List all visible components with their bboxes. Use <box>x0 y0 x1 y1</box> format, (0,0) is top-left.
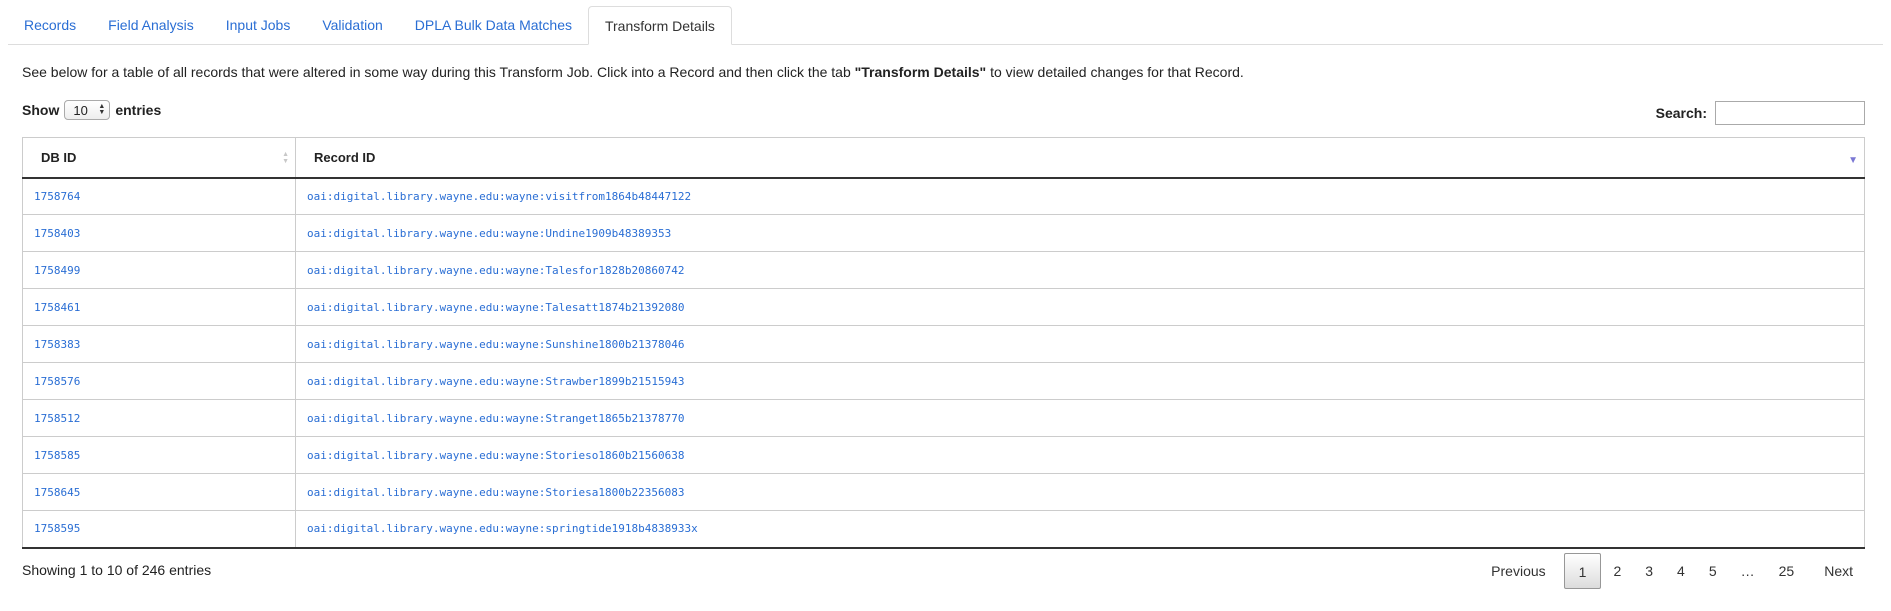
pagination: Previous 1 2 3 4 5 … 25 Next <box>1479 553 1865 589</box>
tab-transform-details[interactable]: Transform Details <box>587 6 732 45</box>
record-id-link[interactable]: oai:digital.library.wayne.edu:wayne:Suns… <box>295 325 1865 363</box>
page-description: See below for a table of all records tha… <box>22 64 1244 80</box>
description-bold-text: "Transform Details" <box>854 64 987 80</box>
column-header-record-id[interactable]: Record ID ▼ <box>295 137 1865 179</box>
column-header-label: DB ID <box>41 149 77 165</box>
table-row[interactable]: 1758499 oai:digital.library.wayne.edu:way… <box>22 251 1865 289</box>
record-id-link[interactable]: oai:digital.library.wayne.edu:wayne:Tale… <box>295 288 1865 326</box>
db-id-link[interactable]: 1758383 <box>22 325 296 363</box>
records-table: DB ID ▲ ▼ Record ID ▼ 1758764 oai:digital.… <box>22 137 1865 549</box>
tab-dpla-bulk-data-matches[interactable]: DPLA Bulk Data Matches <box>399 7 588 44</box>
db-id-link[interactable]: 1758585 <box>22 436 296 474</box>
record-id-link[interactable]: oai:digital.library.wayne.edu:wayne:Stra… <box>295 362 1865 400</box>
show-label: Show <box>22 102 60 118</box>
pagination-page-1[interactable]: 1 <box>1563 553 1602 589</box>
entries-select[interactable]: 10 ▲ ▼ <box>64 100 111 120</box>
pagination-ellipsis: … <box>1740 563 1755 579</box>
entries-label: entries <box>115 102 162 118</box>
column-header-db-id[interactable]: DB ID ▲ ▼ <box>22 137 296 179</box>
pagination-page-last[interactable]: 25 <box>1767 553 1807 589</box>
table-header-row: DB ID ▲ ▼ Record ID ▼ <box>22 137 1865 179</box>
table-row[interactable]: 1758403 oai:digital.library.wayne.edu:way… <box>22 214 1865 252</box>
tab-field-analysis[interactable]: Field Analysis <box>92 7 210 44</box>
db-id-link[interactable]: 1758403 <box>22 214 296 252</box>
pagination-page-5[interactable]: 5 <box>1697 553 1729 589</box>
entries-select-value: 10 <box>73 102 88 118</box>
column-header-label: Record ID <box>314 149 376 165</box>
search-label: Search: <box>1655 105 1707 121</box>
table-row[interactable]: 1758595 oai:digital.library.wayne.edu:way… <box>22 510 1865 549</box>
pagination-next-button[interactable]: Next <box>1812 553 1865 589</box>
select-arrows-icon: ▲ ▼ <box>98 103 106 116</box>
table-row[interactable]: 1758585 oai:digital.library.wayne.edu:way… <box>22 436 1865 474</box>
record-id-link[interactable]: oai:digital.library.wayne.edu:wayne:Stra… <box>295 399 1865 437</box>
record-id-link[interactable]: oai:digital.library.wayne.edu:wayne:Undi… <box>295 214 1865 252</box>
table-body: 1758764 oai:digital.library.wayne.edu:way… <box>22 177 1865 549</box>
record-id-link[interactable]: oai:digital.library.wayne.edu:wayne:Stor… <box>295 473 1865 511</box>
pagination-page-3[interactable]: 3 <box>1633 553 1665 589</box>
table-row[interactable]: 1758461 oai:digital.library.wayne.edu:way… <box>22 288 1865 326</box>
db-id-link[interactable]: 1758499 <box>22 251 296 289</box>
search-input[interactable] <box>1715 101 1865 125</box>
table-row[interactable]: 1758576 oai:digital.library.wayne.edu:way… <box>22 362 1865 400</box>
tab-input-jobs[interactable]: Input Jobs <box>210 7 307 44</box>
db-id-link[interactable]: 1758461 <box>22 288 296 326</box>
db-id-link[interactable]: 1758764 <box>22 177 296 215</box>
record-id-link[interactable]: oai:digital.library.wayne.edu:wayne:spri… <box>295 510 1865 549</box>
description-text-end: to view detailed changes for that Record… <box>986 64 1244 80</box>
tab-validation[interactable]: Validation <box>306 7 398 44</box>
pagination-page-4[interactable]: 4 <box>1665 553 1697 589</box>
description-text: See below for a table of all records tha… <box>22 64 855 80</box>
pagination-page-2[interactable]: 2 <box>1601 553 1633 589</box>
tab-bar: Records Field Analysis Input Jobs Valida… <box>8 6 1883 45</box>
table-row[interactable]: 1758512 oai:digital.library.wayne.edu:way… <box>22 399 1865 437</box>
db-id-link[interactable]: 1758512 <box>22 399 296 437</box>
table-row[interactable]: 1758383 oai:digital.library.wayne.edu:way… <box>22 325 1865 363</box>
db-id-link[interactable]: 1758576 <box>22 362 296 400</box>
table-row[interactable]: 1758764 oai:digital.library.wayne.edu:way… <box>22 177 1865 215</box>
record-id-link[interactable]: oai:digital.library.wayne.edu:wayne:visi… <box>295 177 1865 215</box>
record-id-link[interactable]: oai:digital.library.wayne.edu:wayne:Stor… <box>295 436 1865 474</box>
tab-records[interactable]: Records <box>8 7 92 44</box>
sort-descending-icon: ▼ <box>1848 155 1858 166</box>
db-id-link[interactable]: 1758595 <box>22 510 296 549</box>
record-id-link[interactable]: oai:digital.library.wayne.edu:wayne:Tale… <box>295 251 1865 289</box>
sort-both-icon: ▲ ▼ <box>282 151 289 165</box>
table-row[interactable]: 1758645 oai:digital.library.wayne.edu:way… <box>22 473 1865 511</box>
pagination-previous-button[interactable]: Previous <box>1479 553 1557 589</box>
search-control: Search: <box>1656 101 1865 125</box>
db-id-link[interactable]: 1758645 <box>22 473 296 511</box>
table-info: Showing 1 to 10 of 246 entries <box>22 562 212 578</box>
entries-length-control: Show 10 ▲ ▼ entries <box>22 100 161 120</box>
